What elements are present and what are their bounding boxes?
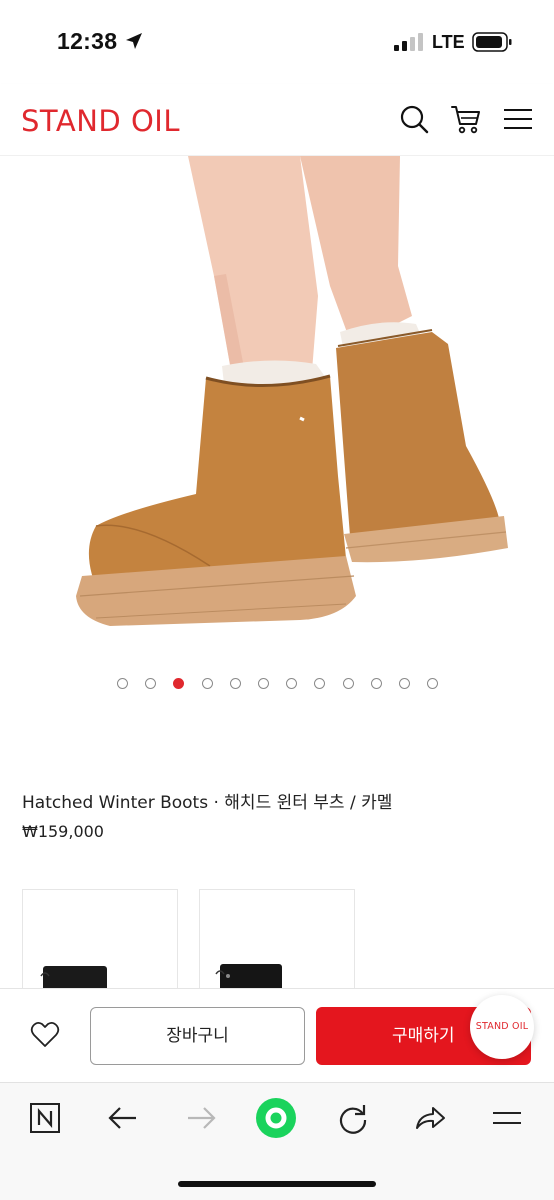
- menu-icon[interactable]: [503, 104, 533, 134]
- home-indicator[interactable]: [178, 1181, 376, 1187]
- green-dot-icon[interactable]: [255, 1097, 297, 1139]
- gallery-dot-active[interactable]: [173, 678, 185, 689]
- forward-arrow-icon[interactable]: [184, 1101, 218, 1135]
- menu-icon[interactable]: [490, 1101, 524, 1135]
- add-to-cart-button[interactable]: 장바구니: [90, 1007, 305, 1065]
- product-price: ₩159,000: [22, 822, 104, 841]
- gallery-dot[interactable]: [314, 678, 326, 689]
- gallery-dot[interactable]: [399, 678, 410, 689]
- status-bar: 12:38 LTE: [0, 0, 554, 84]
- product-image[interactable]: [0, 156, 554, 650]
- heart-icon[interactable]: [30, 1021, 60, 1049]
- gallery-dot[interactable]: [342, 678, 354, 689]
- battery-icon: [472, 32, 512, 52]
- cart-icon[interactable]: [451, 104, 481, 134]
- boots-illustration: [0, 156, 554, 650]
- location-arrow-icon: [126, 33, 142, 49]
- site-header: STAND OIL: [0, 84, 554, 156]
- refresh-icon[interactable]: [336, 1101, 370, 1135]
- naver-home-icon[interactable]: [28, 1101, 62, 1135]
- gallery-pagination: [0, 678, 554, 690]
- stand-oil-badge[interactable]: STAND OIL: [470, 995, 534, 1059]
- status-time: 12:38: [57, 28, 118, 54]
- back-arrow-icon[interactable]: [106, 1101, 140, 1135]
- purchase-action-bar: 장바구니 구매하기 STAND OIL: [0, 988, 554, 1082]
- share-icon[interactable]: [413, 1101, 447, 1135]
- gallery-dot[interactable]: [286, 678, 298, 689]
- gallery-dot[interactable]: [258, 678, 269, 689]
- search-icon[interactable]: [399, 104, 429, 134]
- signal-icon: [394, 33, 423, 51]
- gallery-dot[interactable]: [370, 678, 382, 689]
- gallery-dot[interactable]: [117, 678, 128, 689]
- gallery-dot[interactable]: [145, 678, 157, 689]
- network-label: LTE: [432, 32, 465, 52]
- gallery-dot[interactable]: [201, 678, 213, 689]
- gallery-dot[interactable]: [229, 678, 241, 689]
- boot-thumbnail-image: [40, 966, 107, 998]
- gallery-dot[interactable]: [427, 678, 439, 689]
- boot-thumbnail-image: [215, 964, 282, 998]
- product-name: Hatched Winter Boots · 해치드 윈터 부츠 / 카멜: [22, 793, 393, 813]
- related-product-thumb[interactable]: [199, 889, 355, 999]
- related-product-thumb[interactable]: [22, 889, 178, 999]
- brand-logo[interactable]: STAND OIL: [21, 104, 180, 138]
- browser-toolbar: [0, 1082, 554, 1200]
